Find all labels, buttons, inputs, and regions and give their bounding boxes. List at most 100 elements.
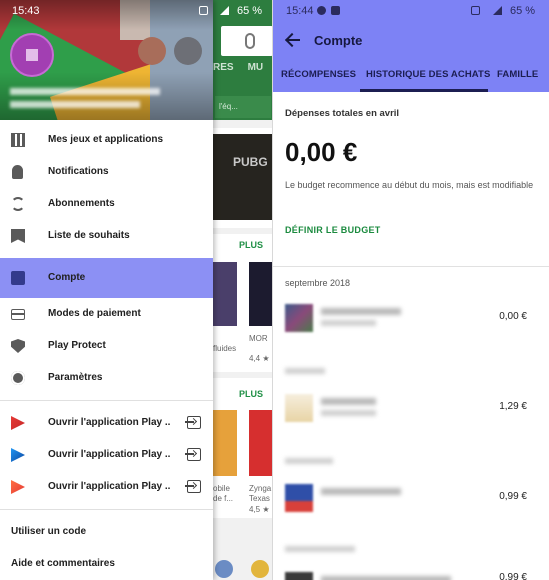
navigation-drawer: Mes jeux et applications Notifications A…: [0, 0, 213, 580]
secondary-account-avatar[interactable]: [138, 37, 166, 65]
battery-percent: 65 %: [510, 5, 536, 17]
mic-icon: [245, 33, 255, 49]
pubg-banner: [213, 134, 273, 220]
account-box-icon: [11, 271, 25, 285]
background-plus: PLUS: [239, 240, 264, 250]
background-plus: PLUS: [239, 389, 264, 399]
drawer-item-open-play-books[interactable]: Ouvrir l'application Play ..: [0, 439, 213, 471]
set-budget-button[interactable]: DÉFINIR LE BUDGET: [285, 225, 381, 235]
battery-percent: 65 %: [237, 5, 263, 17]
drawer-item-payment-methods[interactable]: Modes de paiement: [0, 298, 213, 330]
purchase-history-content: Dépenses totales en avril 0,00 € Le budg…: [273, 92, 549, 580]
drawer-item-label: Compte: [48, 272, 86, 283]
purchase-sub-blurred: [321, 320, 376, 326]
background-bottom-icons: [213, 556, 273, 580]
status-bar: 15:44 65 %: [273, 0, 549, 22]
background-text: 4,4 ★: [249, 354, 270, 363]
background-tab: MU: [247, 62, 264, 73]
open-external-icon: [185, 448, 201, 461]
drawer-item-open-play-music[interactable]: Ouvrir l'application Play ..: [0, 471, 213, 503]
app-icon: [285, 394, 313, 422]
avatar[interactable]: [10, 33, 54, 77]
purchase-item[interactable]: 1,29 €: [273, 388, 549, 428]
drawer-item-label: Mes jeux et applications: [48, 134, 164, 145]
shield-play-icon: [11, 339, 25, 353]
signal-icon: [220, 6, 229, 15]
purchase-name-blurred: [321, 576, 451, 580]
open-external-icon: [185, 416, 201, 429]
account-name-blurred: [10, 88, 160, 95]
divider: [0, 509, 213, 510]
background-chip: l'éq...: [215, 96, 271, 118]
drawer-item-label: Abonnements: [48, 198, 115, 209]
vibrate-icon: [471, 6, 480, 15]
credit-card-icon: [11, 309, 25, 320]
drawer-item-label: Aide et commentaires: [11, 558, 115, 569]
bell-icon: [12, 165, 23, 179]
play-books-icon: [11, 448, 25, 462]
purchase-price: 0,99 €: [499, 491, 527, 502]
drawer-item-label: Liste de souhaits: [48, 230, 130, 241]
background-text: obile: [213, 484, 230, 493]
drawer-item-play-protect[interactable]: Play Protect: [0, 330, 213, 362]
status-time: 15:43: [12, 5, 40, 17]
spend-label: Dépenses totales en avril: [285, 108, 400, 119]
purchase-item[interactable]: 0,99 €: [273, 478, 549, 518]
date-blurred: [285, 368, 325, 374]
app-icon: [285, 484, 313, 512]
purchase-item[interactable]: 0,99 €: [273, 566, 549, 580]
divider: [273, 266, 549, 267]
background-chip-text: l'éq...: [219, 102, 238, 111]
drawer-item-label: Notifications: [48, 166, 109, 177]
purchase-item[interactable]: 0,00 €: [273, 298, 549, 338]
signal-icon: [493, 6, 502, 15]
tab-family[interactable]: FAMILLE: [497, 69, 538, 80]
back-arrow-icon[interactable]: [285, 32, 301, 48]
bookmark-check-icon: [11, 229, 25, 243]
drawer-item-label: Ouvrir l'application Play ..: [48, 449, 171, 460]
app-icon: [215, 560, 233, 578]
spend-value: 0,00 €: [285, 137, 358, 167]
background-text: de f...: [213, 494, 234, 503]
drawer-item-wishlist[interactable]: Liste de souhaits: [0, 220, 213, 252]
drawer-item-redeem-code[interactable]: Utiliser un code: [0, 516, 213, 548]
purchase-name-blurred: [321, 398, 376, 405]
drawer-item-settings[interactable]: Paramètres: [0, 362, 213, 394]
status-bar: 15:43 65 %: [0, 0, 273, 22]
gear-icon: [11, 371, 25, 385]
background-app-image: [213, 262, 237, 326]
drawer-item-label: Modes de paiement: [48, 308, 141, 319]
tab-rewards[interactable]: RÉCOMPENSES: [281, 69, 356, 80]
budget-note: Le budget recommence au début du mois, m…: [285, 180, 534, 190]
vibrate-icon: [199, 6, 208, 15]
play-movies-icon: [11, 416, 25, 430]
drawer-item-open-play-movies[interactable]: Ouvrir l'application Play ..: [0, 407, 213, 439]
drawer-item-notifications[interactable]: Notifications: [0, 156, 213, 188]
drawer-item-my-apps[interactable]: Mes jeux et applications: [0, 124, 213, 156]
background-text: MOR: [249, 334, 268, 343]
drawer-item-help-feedback[interactable]: Aide et commentaires: [0, 548, 213, 580]
tab-purchase-history[interactable]: HISTORIQUE DES ACHATS: [366, 69, 490, 80]
drawer-item-label: Play Protect: [48, 340, 106, 351]
app-icon: [251, 560, 269, 578]
background-tab: RES: [213, 62, 234, 73]
drawer-item-account[interactable]: Compte: [0, 258, 213, 298]
background-app-image: [213, 410, 237, 476]
status-time: 15:44: [286, 5, 314, 17]
drawer-item-label: Ouvrir l'application Play ..: [48, 417, 171, 428]
background-app-image: [249, 262, 273, 326]
drawer-item-label: Ouvrir l'application Play ..: [48, 481, 171, 492]
play-store-drawer-screen: RES MU l'éq... PUBG PLUS fluides MOR 4,4 …: [0, 0, 273, 580]
drawer-item-subscriptions[interactable]: Abonnements: [0, 188, 213, 220]
background-app-image: [249, 410, 273, 476]
purchase-price: 0,99 €: [499, 572, 527, 580]
purchase-name-blurred: [321, 488, 401, 495]
whatsapp-icon: [317, 6, 326, 15]
app-icon: [285, 572, 313, 580]
account-screen: 15:44 65 % Compte RÉCOMPENSES HISTORIQUE…: [273, 0, 549, 580]
sync-icon: [11, 197, 25, 211]
apps-grid-icon: [11, 133, 25, 147]
account-email-blurred: [10, 101, 140, 108]
secondary-account-avatar[interactable]: [174, 37, 202, 65]
background-text: Texas: [249, 494, 270, 503]
